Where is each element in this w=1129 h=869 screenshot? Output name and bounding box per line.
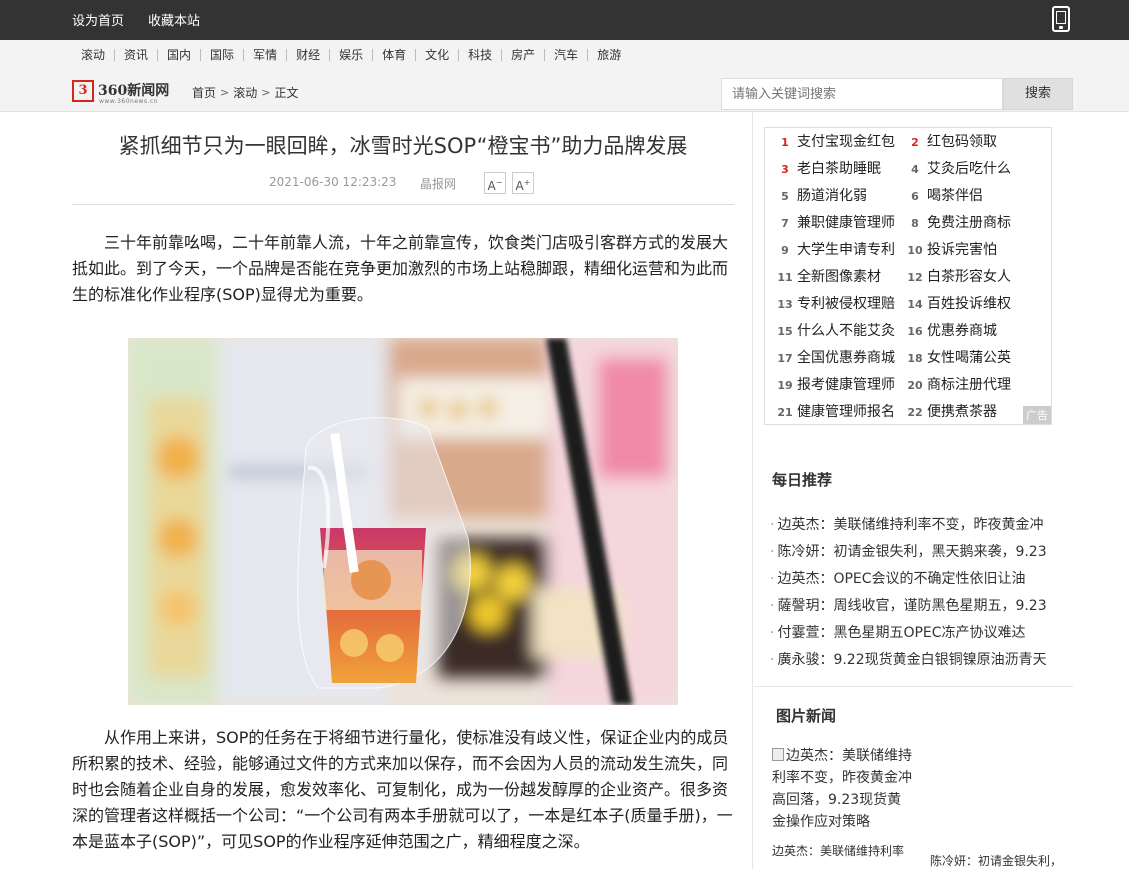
section-divider: [754, 686, 1073, 687]
nav-item-international[interactable]: 国际: [201, 49, 245, 61]
hot-keywords-box: 1 支付宝现金红包 2 红包码领取 3 老白茶助睡眠 4 艾灸后吃什么 5 肠道消化弱 6…: [764, 127, 1052, 425]
article-date: 2021-06-30 12:23:23: [269, 175, 397, 189]
top-bar: 设为首页 收藏本站: [0, 0, 1129, 40]
article-paragraph-2: 从作用上来讲，SOP的任务在于将细节进行量化，使标准没有歧义性，保证企业内的成员…: [72, 728, 733, 851]
hot-keyword-15[interactable]: 15 什么人不能艾灸: [777, 320, 895, 340]
font-increase-button[interactable]: A+: [512, 172, 534, 194]
nav-item-entertainment[interactable]: 娱乐: [330, 49, 374, 61]
set-home-link[interactable]: 设为首页: [72, 10, 124, 29]
site-logo[interactable]: 3 360新闻网 www.360news.cn: [72, 78, 172, 106]
chevron-right-icon: >: [220, 86, 230, 99]
nav-item-domestic[interactable]: 国内: [158, 49, 202, 61]
hot-keyword-9[interactable]: 9 大学生申请专利: [777, 239, 895, 259]
nav-item-sports[interactable]: 体育: [373, 49, 417, 61]
hot-keyword-8[interactable]: 8 免费注册商标: [907, 212, 1011, 232]
picture-news-image[interactable]: 边英杰：美联储维持利率不变，昨夜黄金冲高回落，9.23现货黄金操作应对策略: [772, 745, 912, 833]
logo-name: 360新闻网: [98, 83, 170, 99]
nav-item-news[interactable]: 资讯: [115, 49, 159, 61]
hot-keyword-20[interactable]: 20 商标注册代理: [907, 374, 1011, 394]
bubble-tea-photo-icon: [128, 338, 678, 705]
ad-badge: 广告: [1023, 406, 1051, 424]
nav-item-realestate[interactable]: 房产: [502, 49, 546, 61]
nav-item-scroll[interactable]: 滚动: [72, 49, 116, 61]
broken-image-icon: [772, 748, 784, 761]
picture-news-title: 图片新闻: [776, 707, 837, 725]
title-divider: [72, 204, 734, 205]
hot-keyword-1[interactable]: 1 支付宝现金红包: [777, 131, 895, 151]
logo-mark-icon: 3: [72, 80, 94, 102]
hot-keyword-4[interactable]: 4 艾灸后吃什么: [907, 158, 1011, 178]
hot-keyword-5[interactable]: 5 肠道消化弱: [777, 185, 867, 205]
breadcrumb-current: 正文: [274, 86, 299, 100]
nav-header: 滚动 资讯 国内 国际 军情 财经 娱乐 体育 文化 科技 房产 汽车 旅游 3…: [0, 40, 1129, 112]
hot-keyword-17[interactable]: 17 全国优惠券商城: [777, 347, 895, 367]
article-photo: [128, 338, 678, 705]
hot-keyword-6[interactable]: 6 喝茶伴侣: [907, 185, 983, 205]
mobile-phone-icon[interactable]: [1052, 6, 1070, 32]
hot-keyword-22[interactable]: 22 便携煮茶器: [907, 401, 997, 421]
hot-keyword-2[interactable]: 2 红包码领取: [907, 131, 997, 151]
daily-item-6[interactable]: 廣永骏：9.22现货黄金白银铜镍原油沥青天: [770, 649, 1070, 669]
hot-keyword-19[interactable]: 19 报考健康管理师: [777, 374, 895, 394]
font-decrease-button[interactable]: A−: [484, 172, 506, 194]
bookmark-link[interactable]: 收藏本站: [148, 10, 200, 29]
nav-item-tech[interactable]: 科技: [459, 49, 503, 61]
hot-keyword-3[interactable]: 3 老白茶助睡眠: [777, 158, 881, 178]
hot-keyword-10[interactable]: 10 投诉完害怕: [907, 239, 997, 259]
channel-nav: 滚动 资讯 国内 国际 军情 财经 娱乐 体育 文化 科技 房产 汽车 旅游: [72, 45, 630, 65]
daily-item-5[interactable]: 付霎萱：黑色星期五OPEC冻产协议难达: [770, 622, 1070, 642]
breadcrumb-home[interactable]: 首页: [192, 84, 216, 101]
breadcrumb-scroll[interactable]: 滚动: [233, 84, 257, 101]
daily-item-1[interactable]: 边英杰：美联储维持利率不变，昨夜黄金冲: [770, 514, 1070, 534]
nav-item-travel[interactable]: 旅游: [588, 49, 630, 61]
daily-item-2[interactable]: 陈冷妍：初请金银失利，黑天鹅来袭，9.23: [770, 541, 1070, 561]
hot-keyword-12[interactable]: 12 白茶形容女人: [907, 266, 1011, 286]
nav-item-military[interactable]: 军情: [244, 49, 288, 61]
chevron-right-icon: >: [261, 86, 271, 99]
breadcrumb: 首页 > 滚动 > 正文: [192, 84, 298, 101]
search-button[interactable]: 搜索: [1003, 78, 1073, 110]
hot-keyword-7[interactable]: 7 兼职健康管理师: [777, 212, 895, 232]
daily-item-4[interactable]: 薩謦玥：周线收官，谨防黑色星期五，9.23: [770, 595, 1070, 615]
search-box: 搜索: [721, 78, 1073, 110]
nav-item-finance[interactable]: 财经: [287, 49, 331, 61]
sidebar-divider: [752, 112, 753, 869]
nav-item-culture[interactable]: 文化: [416, 49, 460, 61]
hot-keyword-11[interactable]: 11 全新图像素材: [777, 266, 881, 286]
search-input[interactable]: [721, 78, 1003, 110]
hot-keyword-14[interactable]: 14 百姓投诉维权: [907, 293, 1011, 313]
nav-item-auto[interactable]: 汽车: [545, 49, 589, 61]
article-title: 紧抓细节只为一眼回眸，冰雪时光SOP“橙宝书”助力品牌发展: [118, 134, 688, 158]
picture-news-caption-2[interactable]: 陈冷妍：初请金银失利，: [930, 852, 1070, 869]
daily-recommend-title: 每日推荐: [772, 471, 833, 489]
daily-item-3[interactable]: 边英杰：OPEC会议的不确定性依旧让油: [770, 568, 1070, 588]
hot-keyword-21[interactable]: 21 健康管理师报名: [777, 401, 895, 421]
picture-news-caption-1[interactable]: 边英杰：美联储维持利率: [772, 842, 912, 859]
hot-keyword-13[interactable]: 13 专利被侵权理赔: [777, 293, 895, 313]
hot-keyword-18[interactable]: 18 女性喝蒲公英: [907, 347, 1011, 367]
article-meta: 2021-06-30 12:23:23 晶报网 A− A+: [72, 172, 734, 194]
logo-url: www.360news.cn: [99, 98, 159, 105]
hot-keyword-16[interactable]: 16 优惠券商城: [907, 320, 997, 340]
article-source: 晶报网: [420, 177, 457, 191]
article-paragraph-1: 三十年前靠吆喝，二十年前靠人流，十年之前靠宣传，饮食类门店吸引客群方式的发展大抵…: [72, 233, 729, 304]
